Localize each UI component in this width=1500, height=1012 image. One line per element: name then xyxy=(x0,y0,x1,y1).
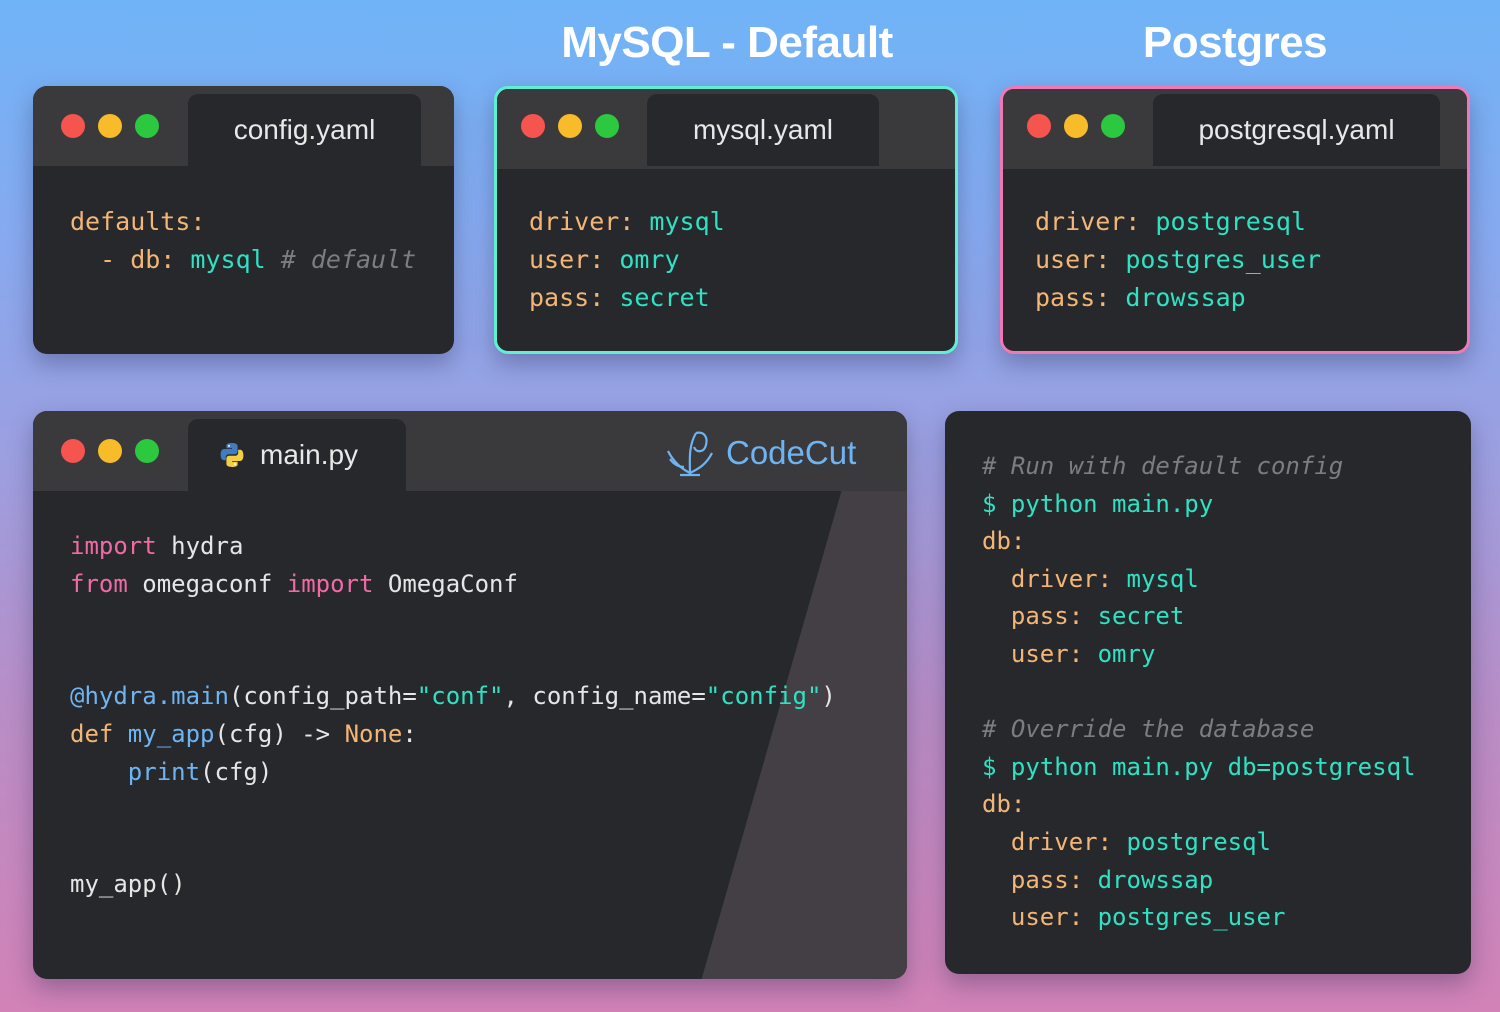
yaml-value: mysql xyxy=(649,207,725,236)
mysql-default-heading: MySQL - Default xyxy=(561,18,893,67)
code-text: hydra xyxy=(156,532,244,560)
codecut-logo-text: CodeCut xyxy=(726,434,857,471)
main-py-code: import hydra from omegaconf import Omega… xyxy=(70,528,836,904)
yaml-key: - db: xyxy=(70,245,176,274)
code-text: (cfg) -> xyxy=(214,719,345,748)
yaml-key: user: xyxy=(1010,639,1084,668)
yaml-value: postgres_user xyxy=(1097,903,1286,932)
code-comment: # Run with default config xyxy=(982,452,1344,480)
yaml-key: driver: xyxy=(529,207,635,236)
yaml-value: drowssap xyxy=(1125,283,1246,312)
keyword: import xyxy=(286,569,374,598)
window-controls xyxy=(61,439,159,463)
postgresql-yaml-code: driver: postgresql user: postgres_user p… xyxy=(1035,203,1321,317)
builtin-function: print xyxy=(127,757,201,786)
function-name: my_app xyxy=(113,719,215,748)
yaml-key: pass: xyxy=(529,283,605,312)
yaml-value: secret xyxy=(619,283,710,312)
close-button[interactable] xyxy=(61,114,85,138)
window-controls xyxy=(521,114,619,138)
close-button[interactable] xyxy=(521,114,545,138)
yaml-key: driver: xyxy=(1010,827,1113,856)
keyword: from xyxy=(70,569,128,598)
tab-label: config.yaml xyxy=(233,114,376,145)
code-text: OmegaConf xyxy=(373,569,518,598)
tab-mysql-yaml[interactable]: mysql.yaml xyxy=(647,94,879,166)
tab-main-py[interactable]: main.py xyxy=(188,419,406,491)
terminal-command: $ python main.py xyxy=(982,489,1214,518)
codecut-logo-icon xyxy=(667,431,713,477)
yaml-key: pass: xyxy=(1010,602,1084,631)
yaml-value: mysql xyxy=(1126,564,1199,593)
config-yaml-window: config.yaml defaults: - db: mysql # defa… xyxy=(33,86,454,354)
code-text: (config_path= xyxy=(228,682,417,711)
yaml-key: user: xyxy=(529,245,605,274)
terminal-output: # Run with default config $ python main.… xyxy=(982,448,1415,937)
config-yaml-code: defaults: - db: mysql # default xyxy=(70,203,416,279)
string-literal: "config" xyxy=(705,682,822,711)
yaml-key: db: xyxy=(982,527,1026,556)
close-button[interactable] xyxy=(61,439,85,463)
keyword: import xyxy=(70,532,157,560)
code-text: omegaconf xyxy=(127,569,287,598)
yaml-value: postgres_user xyxy=(1125,245,1321,274)
maximize-button[interactable] xyxy=(135,114,159,138)
string-literal: "conf" xyxy=(416,682,504,711)
minimize-button[interactable] xyxy=(98,439,122,463)
keyword: def xyxy=(70,719,114,748)
maximize-button[interactable] xyxy=(135,439,159,463)
code-comment: # default xyxy=(280,245,417,274)
yaml-value: drowssap xyxy=(1097,865,1214,894)
yaml-key: user: xyxy=(1010,903,1084,932)
yaml-key: driver: xyxy=(1035,207,1141,236)
tab-postgresql-yaml[interactable]: postgresql.yaml xyxy=(1153,94,1440,166)
tab-label: mysql.yaml xyxy=(692,114,833,145)
mysql-yaml-window: mysql.yaml driver: mysql user: omry pass… xyxy=(494,86,958,354)
close-button[interactable] xyxy=(1027,114,1051,138)
terminal-window: # Run with default config $ python main.… xyxy=(945,411,1471,974)
codecut-logo: CodeCut xyxy=(660,423,856,483)
yaml-key: defaults: xyxy=(70,207,206,236)
code-comment: # Override the database xyxy=(982,715,1315,744)
code-text: : xyxy=(402,719,417,748)
python-icon xyxy=(218,441,246,469)
yaml-value: postgresql xyxy=(1155,207,1306,236)
minimize-button[interactable] xyxy=(1064,114,1088,138)
yaml-value: postgresql xyxy=(1126,827,1272,856)
postgresql-yaml-window: postgresql.yaml driver: postgresql user:… xyxy=(1000,86,1470,354)
code-text: my_app() xyxy=(70,870,186,899)
postgres-heading: Postgres xyxy=(1142,18,1328,67)
yaml-value: omry xyxy=(1097,639,1156,668)
window-controls xyxy=(61,114,159,138)
tab-label: main.py xyxy=(260,439,359,470)
minimize-button[interactable] xyxy=(558,114,582,138)
yaml-key: driver: xyxy=(1010,564,1113,593)
keyword: None xyxy=(344,719,403,748)
yaml-key: db: xyxy=(982,790,1026,819)
mysql-yaml-code: driver: mysql user: omry pass: secret xyxy=(529,203,725,317)
yaml-value: secret xyxy=(1097,602,1185,631)
window-controls xyxy=(1027,114,1125,138)
tab-label: postgresql.yaml xyxy=(1198,114,1395,145)
terminal-command: $ python main.py db=postgresql xyxy=(982,752,1416,781)
maximize-button[interactable] xyxy=(595,114,619,138)
yaml-key: pass: xyxy=(1035,283,1111,312)
tab-config-yaml[interactable]: config.yaml xyxy=(188,94,421,166)
decorator: @hydra.main xyxy=(70,682,229,711)
code-text: , config_name= xyxy=(503,682,706,711)
code-text: (cfg) xyxy=(200,757,273,786)
main-py-window: main.py CodeCut import hydra from omegac… xyxy=(33,411,907,979)
yaml-value: mysql xyxy=(190,245,266,274)
code-text: ) xyxy=(821,682,836,711)
yaml-key: pass: xyxy=(1010,865,1084,894)
yaml-value: omry xyxy=(619,245,680,274)
minimize-button[interactable] xyxy=(98,114,122,138)
maximize-button[interactable] xyxy=(1101,114,1125,138)
yaml-key: user: xyxy=(1035,245,1111,274)
